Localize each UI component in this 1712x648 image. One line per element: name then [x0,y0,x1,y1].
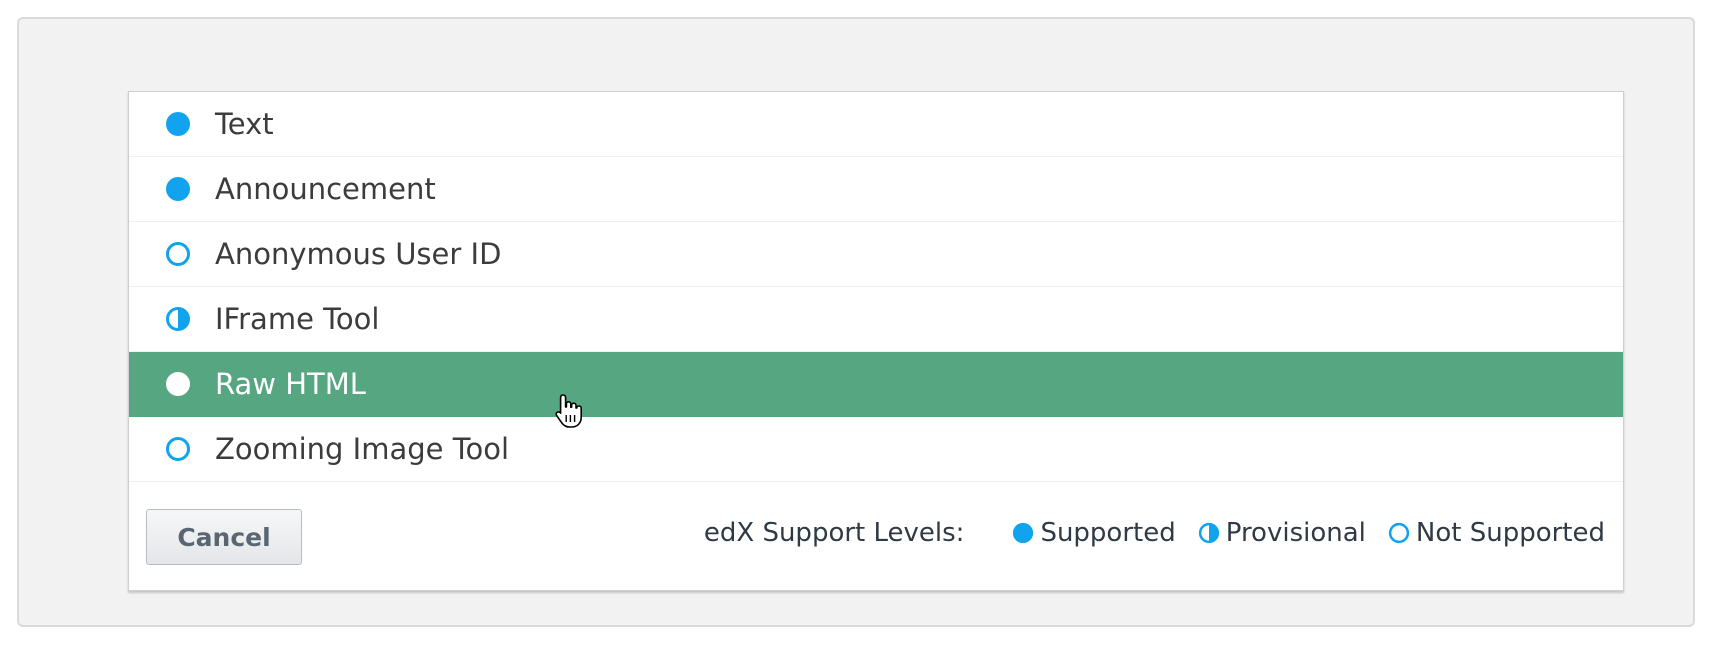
component-item-raw-html[interactable]: Raw HTML [129,352,1623,417]
not-supported-icon [166,242,190,266]
provisional-icon [166,307,190,331]
component-item-anonymous-user-id[interactable]: Anonymous User ID [129,222,1623,287]
legend-not-supported: Not Supported [1388,518,1605,548]
supported-icon [166,372,190,396]
not-supported-icon [1388,522,1410,544]
supported-icon [166,112,190,136]
modal-footer: Cancel edX Support Levels: Supported Pro… [129,482,1623,590]
component-item-announcement[interactable]: Announcement [129,157,1623,222]
component-label: Raw HTML [215,366,366,401]
legend-not-supported-label: Not Supported [1415,518,1605,548]
component-picker-modal: Text Announcement Anonymous User ID IFra… [128,91,1624,591]
not-supported-icon [166,437,190,461]
legend-provisional-label: Provisional [1225,518,1366,548]
component-label: IFrame Tool [215,301,380,336]
component-list: Text Announcement Anonymous User ID IFra… [129,92,1623,482]
provisional-icon [1198,522,1219,544]
legend-provisional: Provisional [1198,518,1366,548]
legend-title: edX Support Levels: [703,518,965,548]
component-item-iframe-tool[interactable]: IFrame Tool [129,287,1623,352]
cancel-button[interactable]: Cancel [146,509,302,565]
component-label: Zooming Image Tool [215,431,510,466]
component-item-zooming-image-tool[interactable]: Zooming Image Tool [129,417,1623,482]
component-label: Announcement [215,171,436,206]
support-levels-legend: edX Support Levels: Supported Provisiona… [704,512,1605,554]
component-item-text[interactable]: Text [129,92,1623,157]
modal-backdrop: Text Announcement Anonymous User ID IFra… [17,17,1695,627]
component-label: Anonymous User ID [215,236,502,271]
legend-supported-label: Supported [1040,518,1176,548]
supported-icon [166,177,190,201]
component-label: Text [215,106,274,141]
legend-supported: Supported [1012,518,1176,548]
supported-icon [1013,522,1034,544]
